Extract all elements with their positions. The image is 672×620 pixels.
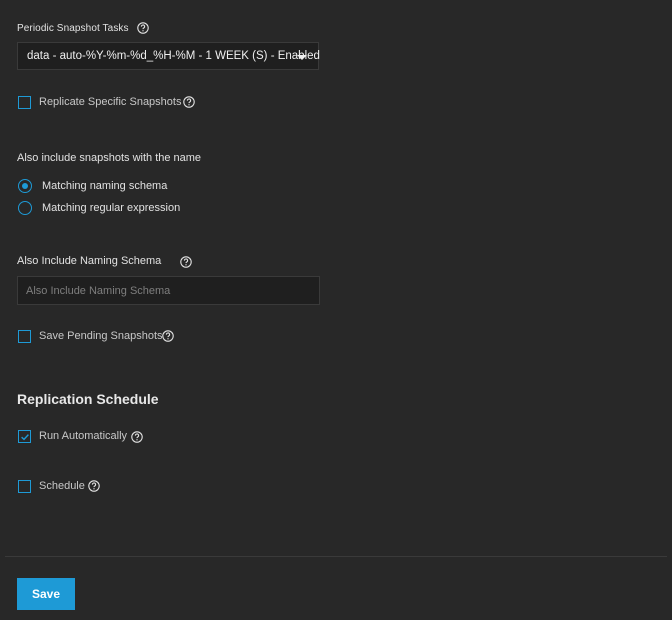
schedule-checkbox[interactable]: [18, 480, 31, 493]
replicate-specific-snapshots-checkbox[interactable]: [18, 96, 31, 109]
select-value: data - auto-%Y-%m-%d_%H-%M - 1 WEEK (S) …: [27, 50, 320, 62]
radio-label-matching-naming-schema: Matching naming schema: [42, 180, 168, 192]
footer-divider: [5, 556, 667, 557]
radio-label-matching-regular-expression: Matching regular expression: [42, 202, 181, 214]
save-pending-snapshots-label: Save Pending Snapshots: [39, 330, 163, 342]
radio-selected-dot: [21, 182, 28, 189]
checkmark-icon: [20, 433, 29, 440]
radio-matching-naming-schema[interactable]: [18, 179, 32, 193]
help-icon[interactable]: [183, 96, 195, 108]
dropdown-arrow-icon: [297, 55, 307, 60]
help-icon[interactable]: [131, 431, 143, 443]
help-icon[interactable]: [88, 480, 100, 492]
replicate-specific-snapshots-label: Replicate Specific Snapshots: [39, 96, 182, 108]
naming-schema-field[interactable]: [17, 276, 320, 305]
naming-schema-input[interactable]: [18, 277, 319, 304]
save-pending-snapshots-checkbox[interactable]: [18, 330, 31, 343]
also-include-name-label: Also include snapshots with the name: [17, 152, 202, 164]
replication-schedule-heading: Replication Schedule: [17, 391, 159, 407]
save-button[interactable]: Save: [17, 578, 75, 610]
radio-matching-regular-expression[interactable]: [18, 201, 32, 215]
periodic-snapshot-tasks-label: Periodic Snapshot Tasks: [17, 23, 129, 34]
help-icon[interactable]: [137, 22, 149, 34]
schedule-label: Schedule: [39, 480, 85, 492]
help-icon[interactable]: [180, 256, 192, 268]
help-icon[interactable]: [162, 330, 174, 342]
naming-schema-label: Also Include Naming Schema: [17, 255, 162, 267]
run-automatically-checkbox[interactable]: [18, 430, 31, 443]
periodic-snapshot-tasks-select[interactable]: data - auto-%Y-%m-%d_%H-%M - 1 WEEK (S) …: [17, 42, 320, 70]
run-automatically-label: Run Automatically: [39, 430, 128, 442]
